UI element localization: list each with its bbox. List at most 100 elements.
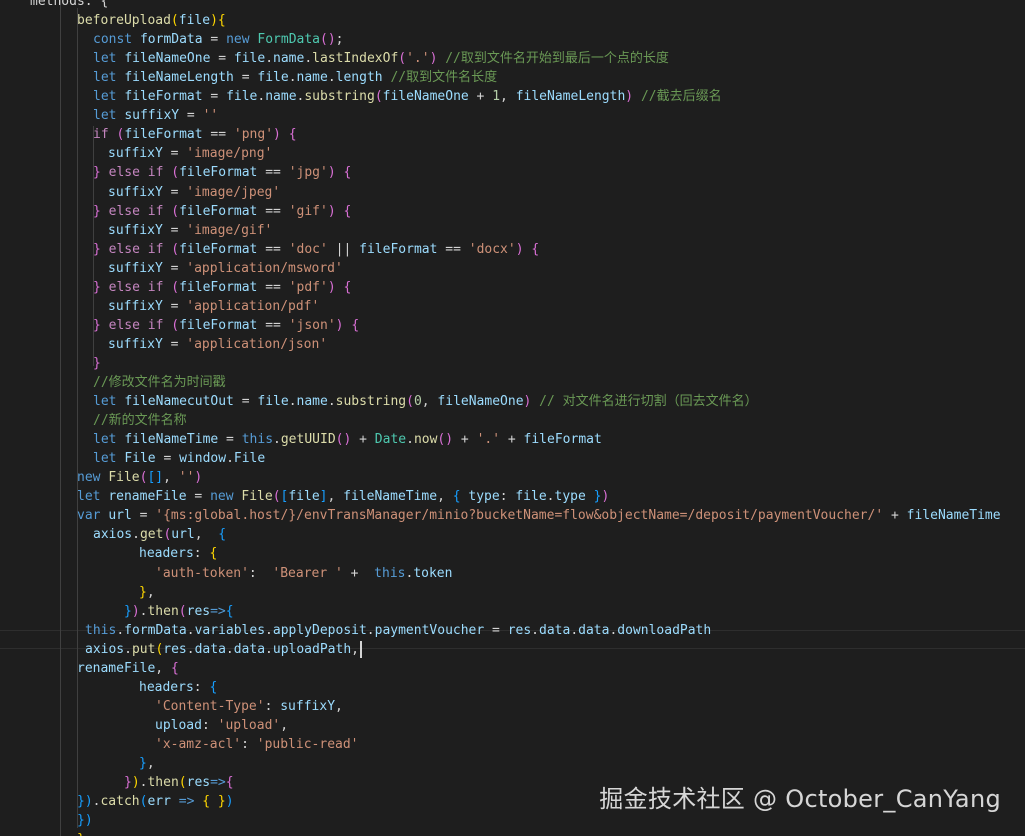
code-line[interactable]: upload: 'upload', [155, 716, 288, 735]
code-line[interactable]: } [93, 354, 101, 373]
code-line[interactable]: }).catch(err => { }) [77, 792, 234, 811]
code-token: new [77, 470, 109, 486]
code-line[interactable]: } else if (fileFormat == 'jpg') { [93, 163, 351, 182]
code-line[interactable]: if (fileFormat == 'png') { [93, 125, 297, 144]
code-line[interactable]: suffixY = 'image/gif' [108, 221, 272, 240]
code-token: . [265, 51, 274, 67]
code-token: { [351, 317, 360, 333]
code-token: suffixY [108, 184, 163, 200]
code-line[interactable]: suffixY = 'application/msword' [108, 259, 343, 278]
code-line[interactable]: suffixY = 'application/pdf' [108, 297, 319, 316]
code-token: FormData [257, 32, 321, 48]
code-line[interactable]: //修改文件名为时间戳 [93, 373, 226, 392]
code-token: 'application/pdf' [186, 298, 320, 314]
code-line[interactable]: new File([], '') [77, 468, 202, 487]
code-token: ) [327, 279, 336, 295]
code-line[interactable]: axios.put(res.data.data.uploadPath, [85, 640, 367, 659]
code-line[interactable]: } else if (fileFormat == 'pdf') { [93, 278, 351, 297]
code-token: 'image/jpeg' [186, 184, 281, 200]
code-line[interactable]: 'x-amz-acl': 'public-read' [155, 735, 359, 754]
code-token: == [257, 279, 289, 295]
code-line[interactable]: }).then(res=>{ [124, 602, 234, 621]
code-token: lastIndexOf [312, 51, 399, 67]
code-line[interactable]: const formData = new FormData(); [93, 30, 344, 49]
code-line[interactable]: headers: { [139, 544, 217, 563]
code-line[interactable]: }) [77, 811, 93, 830]
code-line[interactable]: beforeUpload(file){ [77, 11, 226, 30]
code-token: ( [178, 775, 187, 791]
code-token: suffixY [108, 222, 163, 238]
code-line[interactable]: methods: { [30, 0, 108, 11]
code-token: . [288, 394, 297, 410]
code-line[interactable]: let fileNameTime = this.getUUID() + Date… [93, 430, 602, 449]
code-line[interactable]: }, [139, 583, 155, 602]
code-line[interactable]: let renameFile = new File([file], fileNa… [77, 487, 609, 506]
code-token: headers [139, 679, 194, 695]
code-line[interactable]: let File = window.File [93, 449, 265, 468]
code-line[interactable]: }, [139, 754, 155, 773]
code-token: = [155, 451, 180, 467]
code-token: } [93, 355, 101, 371]
code-line[interactable]: let suffixY = '' [93, 106, 218, 125]
code-token: data [233, 641, 266, 657]
code-token: ( [170, 13, 179, 29]
code-line[interactable]: suffixY = 'application/json' [108, 335, 327, 354]
code-token: ) [84, 813, 93, 829]
code-line[interactable]: 'Content-Type': suffixY, [155, 697, 343, 716]
code-token: ) [131, 603, 140, 619]
code-token: '{ms:global.host/}/envTransManager/minio… [155, 508, 884, 524]
code-line[interactable]: 'auth-token': 'Bearer ' + this.token [155, 564, 452, 583]
code-token: //取到文件名开始到最后一个点的长度 [445, 51, 669, 67]
code-line[interactable]: //新的文件名称 [93, 411, 187, 430]
code-token: , [351, 641, 367, 657]
code-token: + [883, 508, 907, 524]
code-line[interactable]: } else if (fileFormat == 'doc' || fileFo… [93, 240, 539, 259]
code-line[interactable]: let fileNameLength = file.name.length //… [93, 68, 497, 87]
code-line[interactable]: } [77, 830, 85, 836]
code-token: 'docx' [468, 241, 516, 257]
indent-guide [60, 0, 61, 836]
code-token: { } [202, 794, 226, 810]
code-token: catch [100, 794, 140, 810]
code-token: let [93, 451, 125, 467]
code-token: = [162, 260, 187, 276]
code-line[interactable]: suffixY = 'image/jpeg' [108, 183, 280, 202]
watermark: 掘金技术社区 @ October_CanYang [599, 785, 1001, 813]
code-token: ( [374, 89, 383, 105]
code-token: fileNameLength [124, 70, 234, 86]
code-token: { [209, 546, 218, 562]
code-token: else if [100, 241, 172, 257]
code-line[interactable]: } else if (fileFormat == 'json') { [93, 316, 359, 335]
code-line[interactable]: this.formData.variables.applyDeposit.pay… [85, 621, 711, 640]
code-token: axios [93, 527, 133, 543]
code-token: length [335, 70, 383, 86]
code-token: this [241, 432, 274, 448]
code-token: type [460, 489, 500, 505]
code-line[interactable]: let fileNamecutOut = file.name.substring… [93, 392, 758, 411]
code-token: uploadPath [272, 641, 352, 657]
code-line[interactable]: renameFile, { [77, 659, 179, 678]
code-line[interactable]: }).then(res=>{ [124, 773, 234, 792]
code-token: renameFile [77, 660, 156, 676]
code-token: new [226, 32, 258, 48]
code-token: '.' [406, 51, 430, 67]
code-token: let [77, 489, 109, 505]
code-line[interactable]: let fileNameOne = file.name.lastIndexOf(… [93, 49, 669, 68]
code-token: . [570, 622, 579, 638]
code-line[interactable]: } else if (fileFormat == 'gif') { [93, 202, 351, 221]
code-line[interactable]: var url = '{ms:global.host/}/envTransMan… [77, 506, 1001, 525]
code-token: } [139, 584, 147, 600]
code-token: => [210, 775, 226, 791]
code-line[interactable]: let fileFormat = file.name.substring(fil… [93, 87, 722, 106]
code-token: name [296, 70, 328, 86]
code-line[interactable]: suffixY = 'image/png' [108, 144, 272, 163]
code-token: [] [147, 470, 164, 486]
code-editor[interactable]: methods: {beforeUpload(file){const formD… [0, 0, 1025, 836]
code-token: upload [155, 717, 202, 733]
code-token: { [209, 679, 218, 695]
code-line[interactable]: headers: { [139, 678, 217, 697]
code-line[interactable]: axios.get(url, { [93, 525, 226, 544]
